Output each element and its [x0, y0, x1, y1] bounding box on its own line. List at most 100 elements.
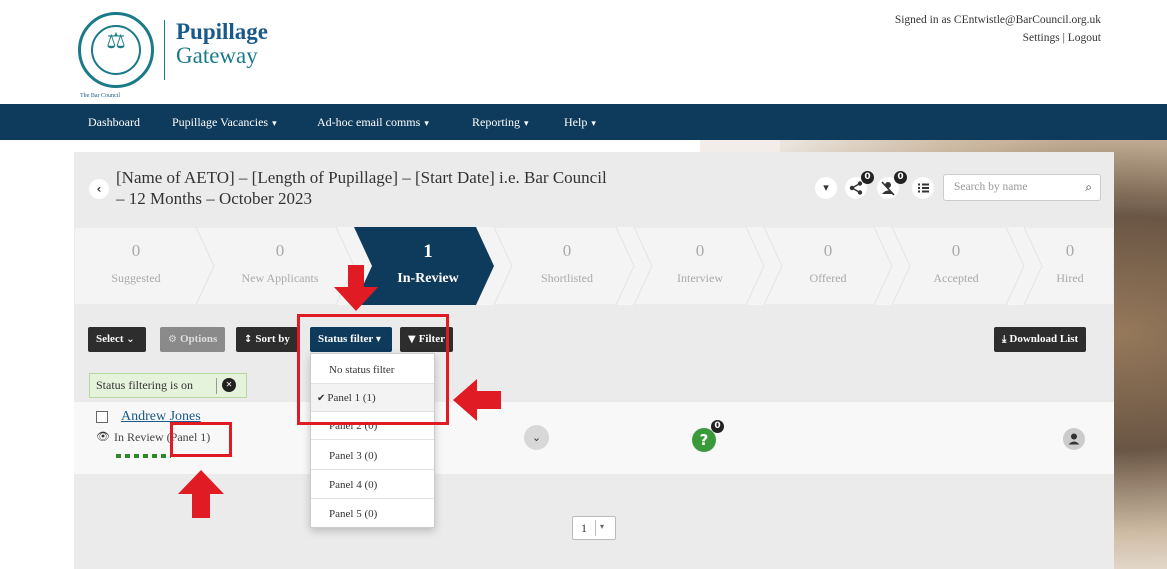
gear-icon: ⚙ [168, 334, 177, 345]
question-icon: ? [699, 431, 709, 449]
stage-label: Shortlisted [540, 271, 593, 285]
annotation-box-panel-status [170, 422, 232, 457]
select-label: Select [96, 333, 124, 345]
menu-item-panel-5[interactable]: Panel 5 (0) [311, 500, 434, 528]
stage-label: In-Review [397, 271, 459, 286]
expand-row-button[interactable]: ⌄ [524, 425, 549, 450]
options-label: Options [179, 333, 218, 345]
progress-dots [116, 454, 171, 458]
brand-name[interactable]: Pupillage Gateway [176, 19, 269, 69]
stage-count: 0 [1065, 241, 1075, 260]
menu-item-panel-4[interactable]: Panel 4 (0) [311, 471, 434, 499]
stage-count: 0 [131, 241, 141, 260]
chevron-down-icon: ▾ [272, 119, 277, 129]
nav-dashboard[interactable]: Dashboard [88, 115, 140, 130]
menu-item-panel-3[interactable]: Panel 3 (0) [311, 442, 434, 470]
close-icon[interactable]: ✕ [222, 378, 236, 392]
site-header: ⚖ The Bar Council Pupillage Gateway Sign… [0, 0, 1167, 104]
stage-new-applicants[interactable]: 0 New Applicants [212, 227, 348, 305]
stage-count: 0 [275, 241, 285, 260]
sort-icon: ↕ [244, 334, 253, 345]
stage-label: Accepted [933, 271, 979, 285]
chevron-down-icon: ⌄ [531, 431, 542, 444]
filter-notice-divider [216, 378, 217, 394]
logo-divider [164, 20, 165, 80]
nav-dashboard-label: Dashboard [88, 115, 140, 129]
logo-caption: The Bar Council [80, 93, 120, 99]
chevron-down-icon: ▾ [823, 181, 829, 194]
filter-notice-text: Status filtering is on [96, 378, 193, 392]
main-navbar: Dashboard Pupillage Vacancies ▾ Ad-hoc em… [0, 104, 1167, 140]
page-select[interactable]: 1 ▾ [572, 516, 616, 540]
stage-count: 0 [695, 241, 705, 260]
stage-interview[interactable]: 0 Interview [644, 227, 756, 305]
list-view-button[interactable] [912, 177, 934, 199]
user-icon [1068, 433, 1080, 445]
nav-help-label: Help [564, 115, 588, 129]
question-button[interactable]: ? [692, 428, 716, 452]
page-select-divider [595, 520, 596, 536]
stage-in-review[interactable]: 1 In-Review [366, 227, 490, 305]
chevron-down-icon: ▾ [524, 119, 529, 129]
chevron-down-icon: ▾ [591, 119, 596, 129]
nav-adhoc-email-label: Ad-hoc email comms [317, 115, 421, 129]
status-filter-notice: Status filtering is on ✕ [89, 373, 247, 398]
brand-line-2: Gateway [176, 43, 258, 69]
stage-count: 0 [562, 241, 572, 260]
applicant-checkbox[interactable] [96, 411, 108, 423]
vacancy-panel [74, 152, 1114, 569]
more-actions-button[interactable]: ▾ [815, 177, 837, 199]
options-button[interactable]: ⚙ Options [160, 327, 226, 352]
share-count-badge: 0 [861, 171, 874, 184]
stage-suggested[interactable]: 0 Suggested [74, 227, 198, 305]
stage-label: New Applicants [241, 271, 319, 285]
chevron-down-icon: ▾ [424, 119, 429, 129]
stage-count: 0 [951, 241, 961, 260]
chevron-down-icon: ▾ [600, 522, 605, 531]
annotation-arrow-down [334, 265, 378, 311]
search-input[interactable]: Search by name ⌕ [943, 174, 1101, 201]
nav-pupillage-vacancies[interactable]: Pupillage Vacancies ▾ [172, 115, 277, 130]
settings-link[interactable]: Settings [1023, 32, 1060, 44]
menu-item-label: Panel 4 (0) [329, 479, 378, 491]
stage-offered[interactable]: 0 Offered [772, 227, 884, 305]
signed-in-text: Signed in as CEntwistle@BarCouncil.org.u… [894, 14, 1101, 26]
stage-accepted[interactable]: 0 Accepted [900, 227, 1012, 305]
vacancy-title: [Name of AETO] – [Length of Pupillage] –… [116, 168, 607, 209]
stage-label: Interview [677, 271, 723, 285]
nav-reporting[interactable]: Reporting ▾ [472, 115, 529, 130]
select-button[interactable]: Select ⌄ [88, 327, 146, 352]
annotation-box-status-filter [297, 314, 449, 425]
account-links: Settings | Logout [895, 30, 1101, 48]
stage-count: 0 [823, 241, 833, 260]
nav-help[interactable]: Help ▾ [564, 115, 596, 130]
stage-count: 1 [423, 241, 433, 262]
annotation-arrow-left [453, 379, 501, 421]
assign-user-button[interactable] [1063, 428, 1085, 450]
sort-by-button[interactable]: ↕ Sort by [236, 327, 298, 352]
unassigned-count-badge: 0 [894, 171, 907, 184]
list-icon [918, 183, 929, 193]
scales-icon: ⚖ [106, 29, 126, 54]
logout-link[interactable]: Logout [1068, 32, 1101, 44]
nav-pupillage-vacancies-label: Pupillage Vacancies [172, 115, 269, 129]
bar-council-logo[interactable]: ⚖ [78, 12, 154, 88]
question-count-badge: 0 [711, 420, 724, 433]
download-list-button[interactable]: ⤓ Download List [994, 327, 1087, 352]
nav-reporting-label: Reporting [472, 115, 520, 129]
menu-item-label: Panel 3 (0) [329, 450, 378, 462]
eye-icon: 👁 [96, 430, 110, 443]
download-label: Download List [1009, 333, 1079, 345]
annotation-arrow-up [178, 470, 224, 518]
nav-adhoc-email[interactable]: Ad-hoc email comms ▾ [317, 115, 429, 130]
link-separator: | [1062, 31, 1065, 44]
chevron-down-icon: ⌄ [126, 334, 135, 345]
stage-hired[interactable]: 0 Hired [1030, 227, 1110, 305]
sort-label: Sort by [255, 333, 290, 345]
back-button[interactable]: ‹ [89, 179, 109, 199]
download-icon: ⤓ [1002, 334, 1007, 345]
stage-label: Hired [1056, 271, 1084, 285]
stage-shortlisted[interactable]: 0 Shortlisted [502, 227, 632, 305]
brand-line-1: Pupillage [176, 19, 269, 44]
search-icon[interactable]: ⌕ [1085, 180, 1092, 195]
